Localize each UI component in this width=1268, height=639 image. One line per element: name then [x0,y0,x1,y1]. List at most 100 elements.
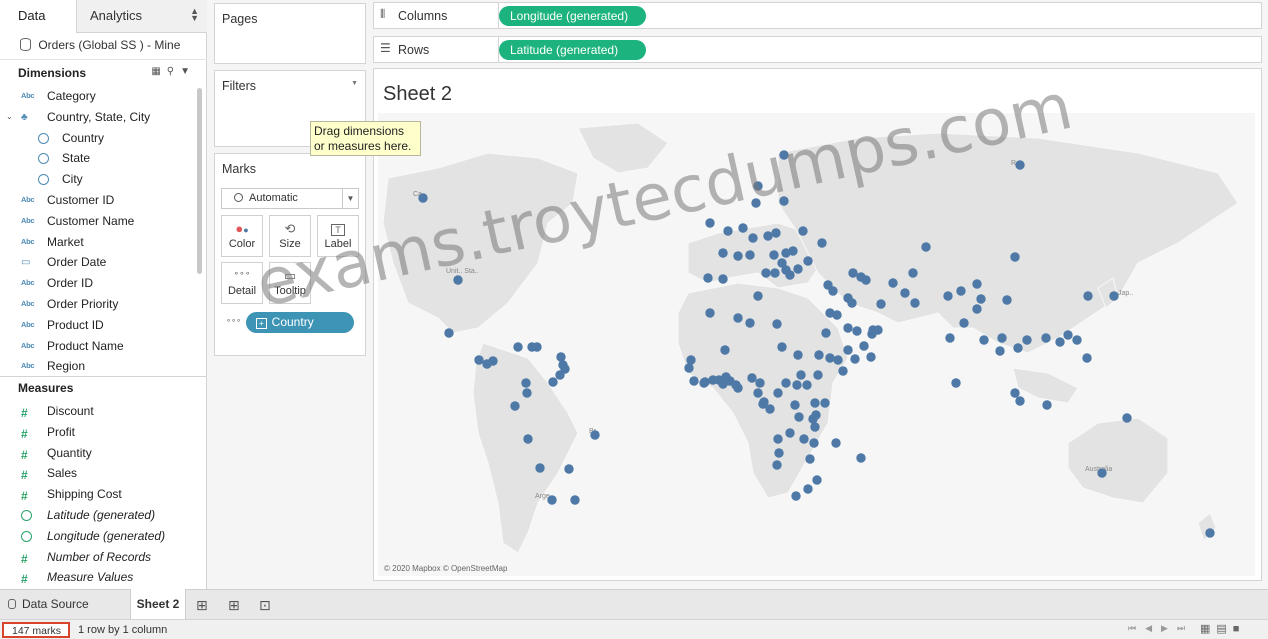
view-mode-icons[interactable]: ▦▤■ [1200,622,1245,635]
map-mark[interactable] [1055,337,1065,347]
map-mark[interactable] [759,397,769,407]
map-mark[interactable] [555,370,565,380]
map-mark[interactable] [868,325,878,335]
map-mark[interactable] [772,460,782,470]
map-mark[interactable] [444,328,454,338]
map-mark[interactable] [718,248,728,258]
map-mark[interactable] [745,318,755,328]
map-mark[interactable] [1109,291,1119,301]
latitude-pill[interactable]: Latitude (generated) [499,40,646,60]
map-mark[interactable] [513,342,523,352]
map-mark[interactable] [761,268,771,278]
map-mark[interactable] [474,355,484,365]
map-mark[interactable] [843,323,853,333]
map-mark[interactable] [689,376,699,386]
tab-analytics[interactable]: Analytics ▲ ▼ [77,0,207,33]
dimensions-field[interactable]: Abc Customer Name [0,213,196,233]
chevron-down-icon[interactable]: ▼ [180,66,196,77]
map-mark[interactable] [521,378,531,388]
map-mark[interactable] [831,438,841,448]
map-mark[interactable] [770,268,780,278]
measures-field[interactable]: # Shipping Cost [0,486,196,506]
map-mark[interactable] [1010,388,1020,398]
map-mark[interactable] [814,350,824,360]
measures-field[interactable]: Latitude (generated) [0,507,196,527]
chevron-down-icon[interactable]: ▼ [351,80,358,87]
map-mark[interactable] [774,448,784,458]
map-mark[interactable] [820,398,830,408]
map-mark[interactable] [850,354,860,364]
dimensions-field[interactable]: City [0,171,196,191]
dimensions-field[interactable]: Abc Category [0,88,196,108]
map-mark[interactable] [532,342,542,352]
map-mark[interactable] [900,288,910,298]
map-mark[interactable] [825,353,835,363]
map-mark[interactable] [418,193,428,203]
map-mark[interactable] [564,464,574,474]
map-mark[interactable] [558,360,568,370]
map-mark[interactable] [548,377,558,387]
map-mark[interactable] [812,475,822,485]
map-mark[interactable] [798,226,808,236]
measures-field[interactable]: # Measure Values [0,569,196,589]
map-mark[interactable] [945,333,955,343]
map-mark[interactable] [523,434,533,444]
pages-card[interactable]: Pages [214,3,366,64]
map-mark[interactable] [703,273,713,283]
map-mark[interactable] [1042,400,1052,410]
search-icon[interactable]: ⚲ [167,66,180,77]
map-mark[interactable] [856,453,866,463]
dimensions-field[interactable]: Abc Market [0,234,196,254]
list-view-icon[interactable]: ▦ [151,66,166,77]
measures-field[interactable]: Longitude (generated) [0,528,196,548]
dimensions-field[interactable]: Abc Product Name [0,338,196,358]
dimensions-field[interactable]: ▭ Order Date [0,254,196,274]
map-mark[interactable] [547,495,557,505]
map-mark[interactable] [959,318,969,328]
map-mark[interactable] [535,463,545,473]
map-mark[interactable] [488,356,498,366]
measures-field[interactable]: # Profit [0,424,196,444]
map-mark[interactable] [866,352,876,362]
map-mark[interactable] [777,342,787,352]
map-mark[interactable] [1015,396,1025,406]
map-mark[interactable] [888,278,898,288]
new-worksheet-icon[interactable]: ⊞ [196,589,208,619]
longitude-pill[interactable]: Longitude (generated) [499,6,646,26]
map-mark[interactable] [753,291,763,301]
map-mark[interactable] [1010,252,1020,262]
map-mark[interactable] [821,328,831,338]
dimensions-field[interactable]: ⌄ ♣ Country, State, City [0,109,196,129]
map-mark[interactable] [976,294,986,304]
map-mark[interactable] [792,380,802,390]
measures-field[interactable]: # Quantity [0,445,196,465]
map-mark[interactable] [556,352,566,362]
map-mark[interactable] [805,454,815,464]
map-mark[interactable] [1083,291,1093,301]
map-mark[interactable] [769,250,779,260]
datasource-tab[interactable]: Data Source [8,589,89,619]
map-mark[interactable] [771,228,781,238]
map-mark[interactable] [1063,330,1073,340]
dimensions-field[interactable]: Country [0,130,196,150]
map-mark[interactable] [803,484,813,494]
sheet-navigation-icons[interactable]: ⏮◀▶⏭ [1128,623,1194,634]
map-mark[interactable] [838,366,848,376]
map-mark[interactable] [921,242,931,252]
tab-data[interactable]: Data [0,0,77,33]
map-mark[interactable] [1022,335,1032,345]
map-mark[interactable] [733,251,743,261]
map-mark[interactable] [790,400,800,410]
map-mark[interactable] [753,388,763,398]
map-mark[interactable] [810,422,820,432]
map-mark[interactable] [802,380,812,390]
map-mark[interactable] [843,345,853,355]
map-mark[interactable] [848,268,858,278]
map-mark[interactable] [997,333,1007,343]
map-mark[interactable] [951,378,961,388]
map-mark[interactable] [852,326,862,336]
map-mark[interactable] [705,308,715,318]
map-mark[interactable] [773,388,783,398]
datasource-item[interactable]: Orders (Global SS ) - Mine [0,33,207,60]
map-mark[interactable] [810,398,820,408]
